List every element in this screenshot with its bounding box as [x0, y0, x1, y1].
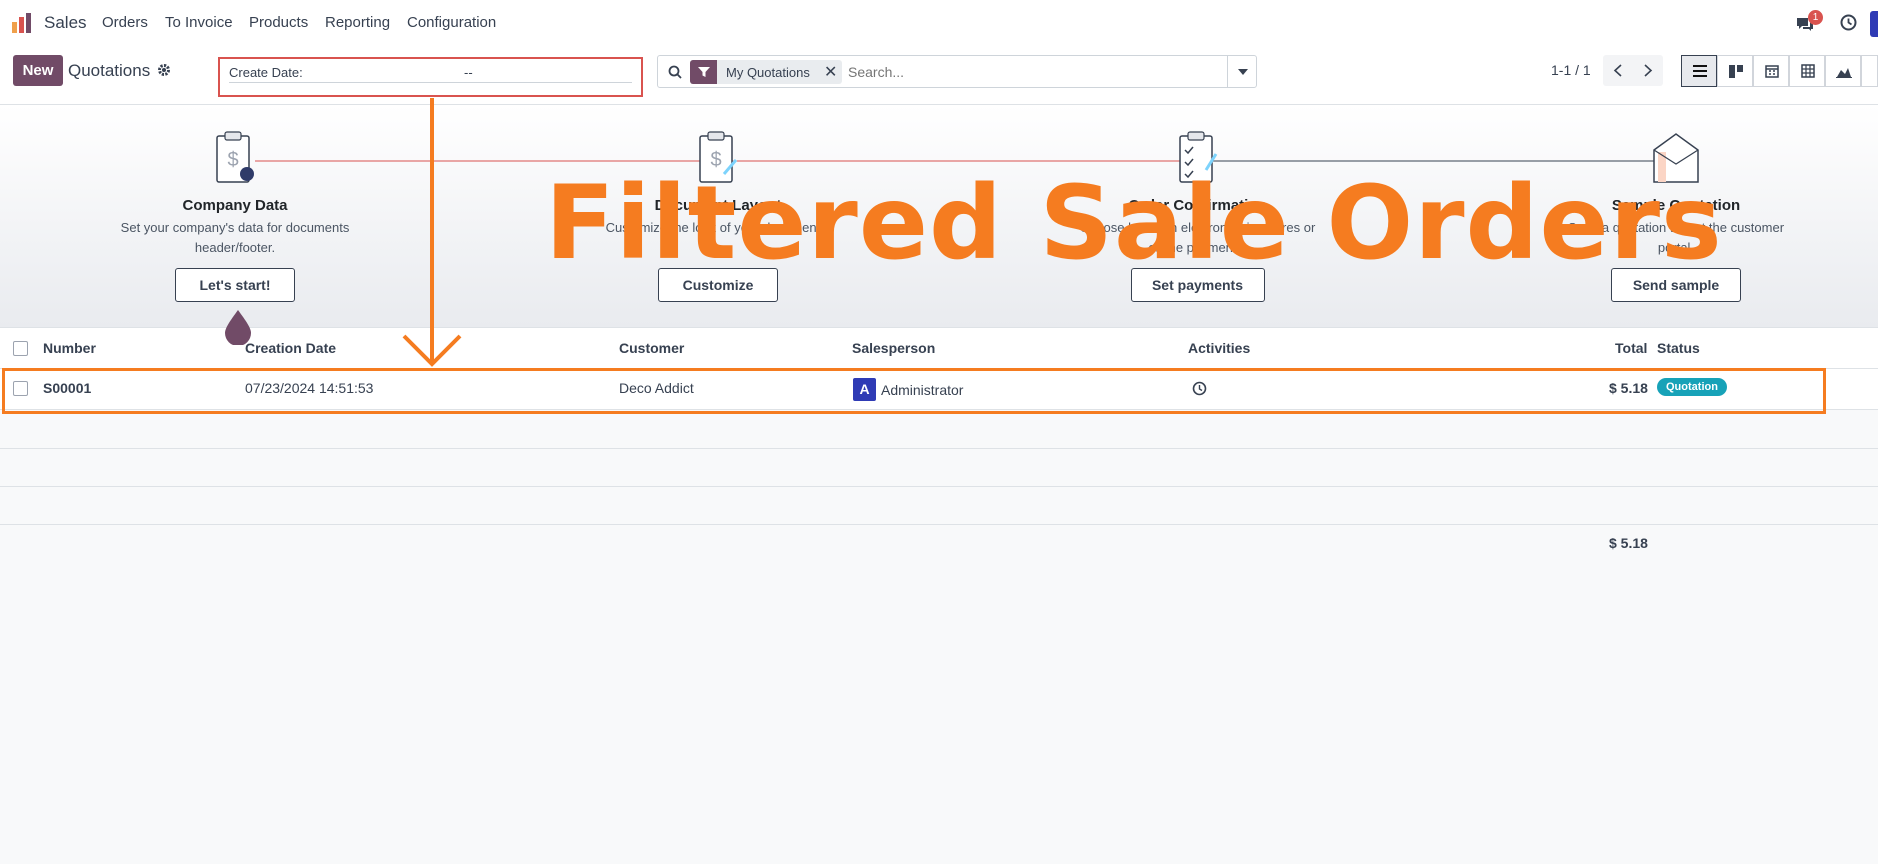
app-name[interactable]: Sales	[44, 13, 87, 33]
step-desc: header/footer.	[194, 240, 276, 255]
top-navbar: Sales Orders To Invoice Products Reporti…	[0, 0, 1878, 46]
page-title: Quotations	[68, 61, 151, 80]
messages-button[interactable]: 1	[1795, 10, 1823, 32]
column-header-number[interactable]: Number	[43, 340, 96, 356]
lets-start-button[interactable]: Let's start!	[175, 268, 295, 302]
annotation-arrow	[402, 98, 462, 367]
pager-buttons	[1603, 55, 1663, 86]
step-title: Company Data	[182, 197, 288, 214]
divider	[0, 524, 1878, 525]
caret-down-icon	[1238, 69, 1248, 75]
table-icon	[1801, 64, 1815, 78]
user-avatar[interactable]	[1870, 11, 1878, 37]
create-date-underline	[229, 82, 632, 83]
footer-total: $ 5.18	[1609, 535, 1648, 551]
create-date-label: Create Date:	[229, 65, 303, 80]
kanban-icon	[1729, 65, 1743, 78]
clock-icon[interactable]	[1840, 14, 1857, 31]
search-icon[interactable]	[668, 65, 682, 79]
calendar-view-button[interactable]	[1753, 55, 1789, 87]
divider	[0, 448, 1878, 449]
chevron-left-icon[interactable]	[1613, 64, 1623, 77]
select-all-checkbox[interactable]	[13, 341, 28, 356]
pivot-view-button[interactable]	[1789, 55, 1825, 87]
gear-icon[interactable]	[157, 63, 171, 77]
control-panel: New Quotations Create Date: -- My Quotat…	[0, 46, 1878, 105]
remove-facet-icon[interactable]: ✕	[824, 62, 837, 82]
row-highlight-box	[2, 368, 1826, 414]
search-bar: My Quotations ✕	[657, 55, 1257, 88]
column-header-activities[interactable]: Activities	[1188, 340, 1250, 356]
create-date-highlight: Create Date: --	[218, 57, 643, 97]
drop-marker-icon	[225, 310, 251, 345]
search-options-toggle[interactable]	[1227, 56, 1258, 87]
filter-facet-label: My Quotations	[726, 65, 810, 80]
sales-app-icon[interactable]	[11, 12, 33, 34]
messages-badge: 1	[1808, 10, 1823, 25]
create-date-input[interactable]: --	[464, 65, 473, 80]
list-icon	[1693, 65, 1707, 77]
nav-to-invoice[interactable]: To Invoice	[165, 14, 233, 31]
column-header-creation-date[interactable]: Creation Date	[245, 340, 336, 356]
kanban-view-button[interactable]	[1717, 55, 1753, 87]
clipboard-dollar-icon: $	[216, 131, 254, 183]
pager-value[interactable]: 1-1 / 1	[1551, 62, 1591, 78]
filter-icon	[698, 67, 710, 77]
activity-view-button[interactable]	[1861, 55, 1878, 87]
column-header-salesperson[interactable]: Salesperson	[852, 340, 935, 356]
divider	[0, 486, 1878, 487]
onboarding-step-company: $ Company Data Set your company's data f…	[110, 130, 360, 302]
chevron-right-icon[interactable]	[1643, 64, 1653, 77]
nav-orders[interactable]: Orders	[102, 14, 148, 31]
calendar-icon	[1765, 65, 1779, 78]
filter-facet: My Quotations ✕	[690, 60, 842, 84]
area-chart-icon	[1836, 68, 1852, 78]
annotation-title: Filtered Sale Orders	[545, 164, 1723, 283]
list-view-button[interactable]	[1681, 55, 1717, 87]
new-button[interactable]: New	[13, 55, 63, 86]
nav-configuration[interactable]: Configuration	[407, 14, 496, 31]
svg-text:$: $	[227, 149, 238, 171]
column-header-total[interactable]: Total	[1615, 340, 1647, 356]
step-desc: Set your company's data for documents	[120, 220, 350, 235]
column-header-customer[interactable]: Customer	[619, 340, 684, 356]
search-input[interactable]	[848, 60, 1178, 84]
nav-products[interactable]: Products	[249, 14, 308, 31]
column-header-status[interactable]: Status	[1657, 340, 1700, 356]
nav-reporting[interactable]: Reporting	[325, 14, 390, 31]
graph-view-button[interactable]	[1825, 55, 1861, 87]
